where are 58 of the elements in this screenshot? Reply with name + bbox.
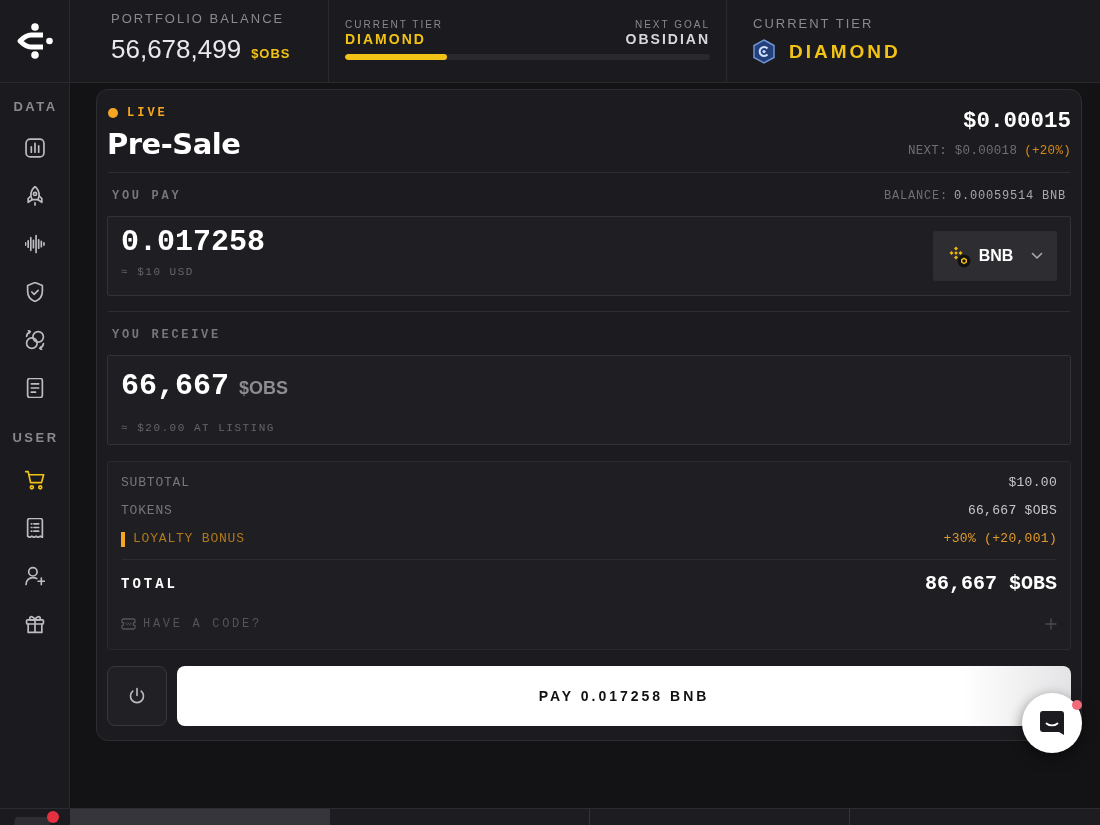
plus-icon	[1045, 618, 1057, 630]
rocket-icon	[24, 186, 45, 206]
summary-label: SUBTOTAL	[121, 475, 190, 491]
receive-amount: 66,667	[121, 368, 230, 404]
token-unit: $OBS	[239, 377, 289, 400]
sale-title: Pre-Sale	[107, 127, 241, 161]
tier-value: DIAMOND	[789, 39, 901, 64]
price-value: $0.00015	[961, 107, 1071, 135]
goal-label: NEXT GOAL	[633, 19, 710, 31]
balance-value: 56,678,499	[111, 34, 242, 64]
balance-label: BALANCE:	[883, 189, 948, 203]
section-label: USER	[11, 430, 59, 446]
status-dot-icon	[108, 108, 118, 118]
cart-icon	[24, 470, 45, 490]
chat-icon	[1038, 709, 1066, 737]
tier-label: CURRENT TIER	[753, 16, 875, 32]
document-icon	[24, 378, 45, 398]
hexagon-badge-icon	[753, 39, 775, 64]
list-document-icon	[24, 518, 45, 538]
balance-value: 0.00059514 BNB	[953, 189, 1066, 203]
summary-label: LOYALTY BONUS	[133, 531, 245, 547]
listing-value: ≈ $20.00 AT LISTING	[121, 422, 275, 434]
next-price-label: NEXT: $0.00018	[907, 144, 1018, 158]
total-label: TOTAL	[121, 575, 178, 594]
summary-label: TOKENS	[121, 503, 173, 519]
network-logo-icon	[15, 22, 54, 60]
bonus-marker-icon	[121, 531, 125, 547]
bar-chart-icon	[24, 138, 45, 158]
tier-label: CURRENT TIER	[345, 19, 444, 31]
goal-value: OBSIDIAN	[625, 31, 710, 47]
user-plus-icon	[24, 566, 45, 586]
chevron-down-icon	[1031, 252, 1044, 260]
token-select[interactable]: BNB	[933, 231, 1057, 281]
power-icon	[127, 686, 147, 706]
amount-input[interactable]: 0.017258	[121, 225, 421, 259]
total-value: 86,667 $OBS	[924, 572, 1057, 596]
status-label: LIVE	[127, 105, 168, 121]
power-button[interactable]	[107, 666, 167, 726]
tier-value: DIAMOND	[345, 31, 427, 47]
summary-value: $10.00	[1008, 475, 1057, 491]
usd-estimate: ≈ $10 USD	[121, 265, 195, 279]
price-change-label: (+20%)	[1024, 144, 1071, 158]
section-label: YOU RECEIVE	[111, 328, 221, 342]
summary-value: 66,667 $OBS	[967, 503, 1057, 519]
section-label: DATA	[12, 99, 58, 115]
section-label: YOU PAY	[111, 187, 182, 204]
pay-button[interactable]: PAY 0.017258 BNB	[177, 666, 1071, 726]
summary-value: +30% (+20,001)	[943, 531, 1057, 547]
waveform-icon	[24, 234, 45, 254]
shield-check-icon	[24, 282, 45, 302]
circles-arrows-icon	[24, 330, 45, 350]
avatar-icon	[14, 817, 50, 825]
notification-dot-icon	[1072, 700, 1082, 710]
token-unit: $OBS	[251, 45, 291, 63]
ticket-icon	[121, 618, 136, 630]
notification-dot-icon	[47, 811, 59, 823]
balance-label: PORTFOLIO BALANCE	[111, 11, 286, 27]
gift-icon	[24, 614, 45, 634]
